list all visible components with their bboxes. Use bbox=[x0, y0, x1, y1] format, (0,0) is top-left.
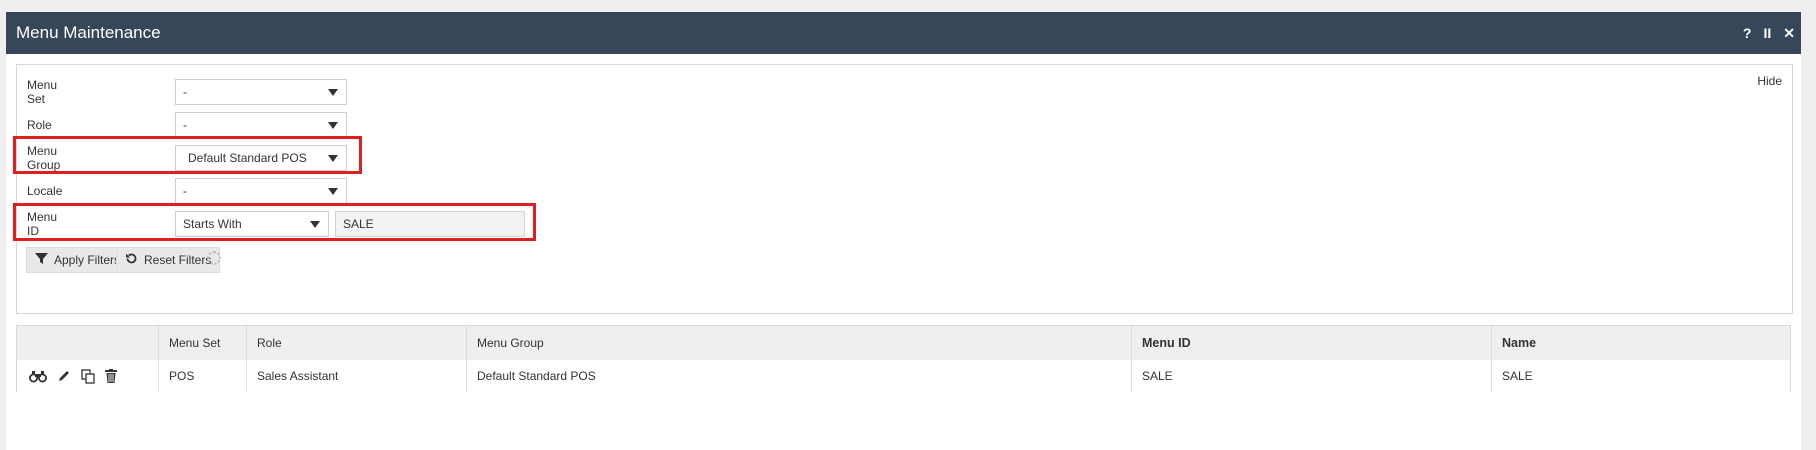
column-header-role[interactable]: Role bbox=[247, 326, 467, 360]
role-label: Role bbox=[27, 118, 52, 132]
pause-icon[interactable]: II bbox=[1763, 25, 1771, 41]
chevron-down-icon bbox=[328, 89, 338, 96]
menu-group-select[interactable]: Default Standard POS bbox=[175, 145, 347, 171]
chevron-down-icon bbox=[328, 122, 338, 129]
column-header-menu-set[interactable]: Menu Set bbox=[159, 326, 247, 360]
cell-menu-group: Default Standard POS bbox=[467, 360, 1132, 392]
filter-icon bbox=[35, 252, 48, 268]
column-header-menu-id[interactable]: Menu ID bbox=[1132, 326, 1492, 360]
menu-set-label: Menu Set bbox=[27, 78, 58, 106]
reset-filters-label: Reset Filters bbox=[144, 253, 212, 267]
window-controls: ? II ✕ bbox=[1743, 25, 1801, 42]
locale-value: - bbox=[183, 184, 187, 198]
close-icon[interactable]: ✕ bbox=[1783, 25, 1795, 42]
menu-set-select[interactable]: - bbox=[175, 79, 347, 105]
cell-name: SALE bbox=[1502, 369, 1533, 383]
cell-menu-id: SALE bbox=[1132, 360, 1492, 392]
menu-set-value: - bbox=[183, 85, 187, 99]
refresh-icon bbox=[125, 252, 138, 268]
menu-id-operator-select[interactable]: Starts With bbox=[175, 211, 329, 237]
menu-group-value: Default Standard POS bbox=[188, 151, 307, 165]
menu-id-operator-value: Starts With bbox=[183, 217, 242, 231]
help-icon[interactable]: ? bbox=[1743, 25, 1752, 41]
chevron-down-icon bbox=[328, 155, 338, 162]
locale-select[interactable]: - bbox=[175, 178, 347, 204]
column-header-name[interactable]: Name bbox=[1492, 326, 1790, 360]
role-value: - bbox=[183, 118, 187, 132]
cell-role: Sales Assistant bbox=[247, 360, 467, 392]
filter-panel: Hide Menu Set - Role - Menu Group Defaul… bbox=[13, 64, 1793, 314]
trash-icon[interactable] bbox=[105, 369, 117, 383]
menu-id-label: Menu ID bbox=[27, 210, 58, 238]
role-select[interactable]: - bbox=[175, 112, 347, 138]
column-header-actions bbox=[17, 326, 159, 360]
menu-group-label: Menu Group bbox=[27, 144, 61, 172]
copy-icon[interactable] bbox=[81, 368, 95, 384]
chevron-down-icon bbox=[328, 188, 338, 195]
chevron-down-icon bbox=[310, 221, 320, 228]
cell-menu-set: POS bbox=[159, 360, 247, 392]
menu-maintenance-window: Menu Maintenance ? II ✕ Hide Menu Set - … bbox=[6, 12, 1801, 450]
loading-spinner-icon bbox=[207, 251, 221, 265]
locale-label: Locale bbox=[27, 184, 63, 198]
hide-filters-link[interactable]: Hide bbox=[1757, 74, 1782, 88]
menu-id-input[interactable] bbox=[335, 211, 525, 237]
apply-filters-label: Apply Filters bbox=[54, 253, 121, 267]
binoculars-icon[interactable] bbox=[29, 370, 47, 383]
table-header: Menu Set Role Menu Group Menu ID Name bbox=[17, 326, 1790, 361]
apply-filters-button[interactable]: Apply Filters bbox=[26, 247, 130, 273]
column-header-menu-group[interactable]: Menu Group bbox=[467, 326, 1132, 360]
window-titlebar: Menu Maintenance ? II ✕ bbox=[6, 12, 1801, 54]
window-title: Menu Maintenance bbox=[16, 23, 161, 42]
results-table: Menu Set Role Menu Group Menu ID Name PO… bbox=[16, 325, 1791, 392]
table-row[interactable]: POS Sales Assistant Default Standard POS… bbox=[17, 360, 1790, 392]
pencil-icon[interactable] bbox=[57, 369, 71, 383]
row-actions bbox=[17, 360, 159, 392]
reset-filters-button[interactable]: Reset Filters bbox=[116, 247, 221, 273]
